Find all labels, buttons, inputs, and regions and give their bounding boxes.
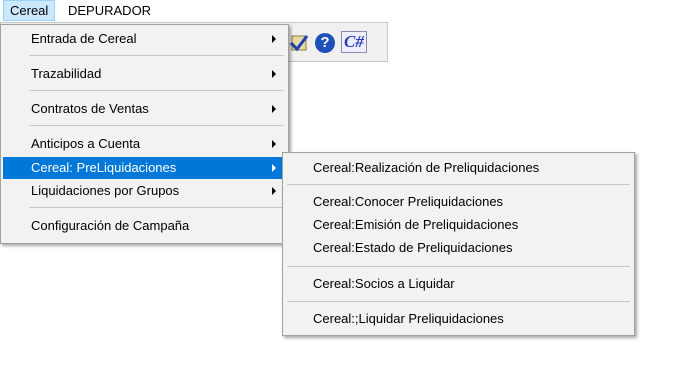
- menu-item-cereal-preliquidaciones[interactable]: Cereal: PreLiquidaciones: [3, 157, 286, 179]
- check-document-icon[interactable]: [289, 33, 309, 53]
- menu-item-label: Cereal:Realización de Preliquidaciones: [313, 160, 540, 175]
- submenu-arrow-icon: [272, 164, 276, 172]
- submenu-item-liquidar-preliquidaciones[interactable]: Cereal:;Liquidar Preliquidaciones: [285, 308, 632, 330]
- menu-item-trazabilidad[interactable]: Trazabilidad: [3, 63, 286, 85]
- menu-item-label: Contratos de Ventas: [31, 101, 149, 116]
- submenu-arrow-icon: [272, 70, 276, 78]
- submenu-item-emision[interactable]: Cereal:Emisión de Preliquidaciones: [285, 214, 632, 236]
- menu-separator: [287, 266, 630, 267]
- menu-separator: [29, 55, 284, 56]
- menu-item-label: Cereal:Emisión de Preliquidaciones: [313, 217, 519, 232]
- menu-item-anticipos-a-cuenta[interactable]: Anticipos a Cuenta: [3, 133, 286, 155]
- help-icon[interactable]: ?: [315, 33, 335, 53]
- menu-separator: [287, 184, 630, 185]
- menu-item-label: Cereal:Estado de Preliquidaciones: [313, 240, 513, 255]
- cereal-menu: Entrada de Cereal Trazabilidad Contratos…: [0, 24, 289, 244]
- menu-item-contratos-de-ventas[interactable]: Contratos de Ventas: [3, 98, 286, 120]
- menu-item-label: Liquidaciones por Grupos: [31, 183, 180, 198]
- submenu-arrow-icon: [272, 187, 276, 195]
- menu-item-label: Anticipos a Cuenta: [31, 136, 141, 151]
- preliquidaciones-submenu: Cereal:Realización de Preliquidaciones C…: [282, 152, 635, 336]
- csharp-icon[interactable]: C#: [341, 31, 367, 53]
- submenu-item-socios-a-liquidar[interactable]: Cereal:Socios a Liquidar: [285, 273, 632, 295]
- menu-item-label: Cereal:Conocer Preliquidaciones: [313, 194, 504, 209]
- submenu-arrow-icon: [272, 35, 276, 43]
- menu-separator: [29, 90, 284, 91]
- menu-item-entrada-de-cereal[interactable]: Entrada de Cereal: [3, 28, 286, 50]
- submenu-arrow-icon: [272, 140, 276, 148]
- menu-item-label: Cereal:Socios a Liquidar: [313, 276, 455, 291]
- menu-item-label: Configuración de Campaña: [31, 218, 190, 233]
- menu-item-liquidaciones-por-grupos[interactable]: Liquidaciones por Grupos: [3, 180, 286, 202]
- submenu-item-estado[interactable]: Cereal:Estado de Preliquidaciones: [285, 237, 632, 259]
- submenu-item-conocer[interactable]: Cereal:Conocer Preliquidaciones: [285, 191, 632, 213]
- menu-separator: [29, 207, 284, 208]
- menu-item-label: Entrada de Cereal: [31, 31, 137, 46]
- menubar-item-depurador[interactable]: DEPURADOR: [62, 0, 157, 21]
- menu-item-configuracion-de-campana[interactable]: Configuración de Campaña: [3, 215, 286, 237]
- submenu-arrow-icon: [272, 105, 276, 113]
- menu-item-label: Cereal: PreLiquidaciones: [31, 160, 177, 175]
- menubar-item-cereal[interactable]: Cereal: [3, 0, 56, 21]
- menu-separator: [287, 301, 630, 302]
- menu-bar: Cereal DEPURADOR: [0, 0, 694, 21]
- menu-item-label: Trazabilidad: [31, 66, 102, 81]
- menu-separator: [29, 125, 284, 126]
- menu-item-label: Cereal:;Liquidar Preliquidaciones: [313, 311, 504, 326]
- submenu-item-realizacion[interactable]: Cereal:Realización de Preliquidaciones: [285, 157, 632, 179]
